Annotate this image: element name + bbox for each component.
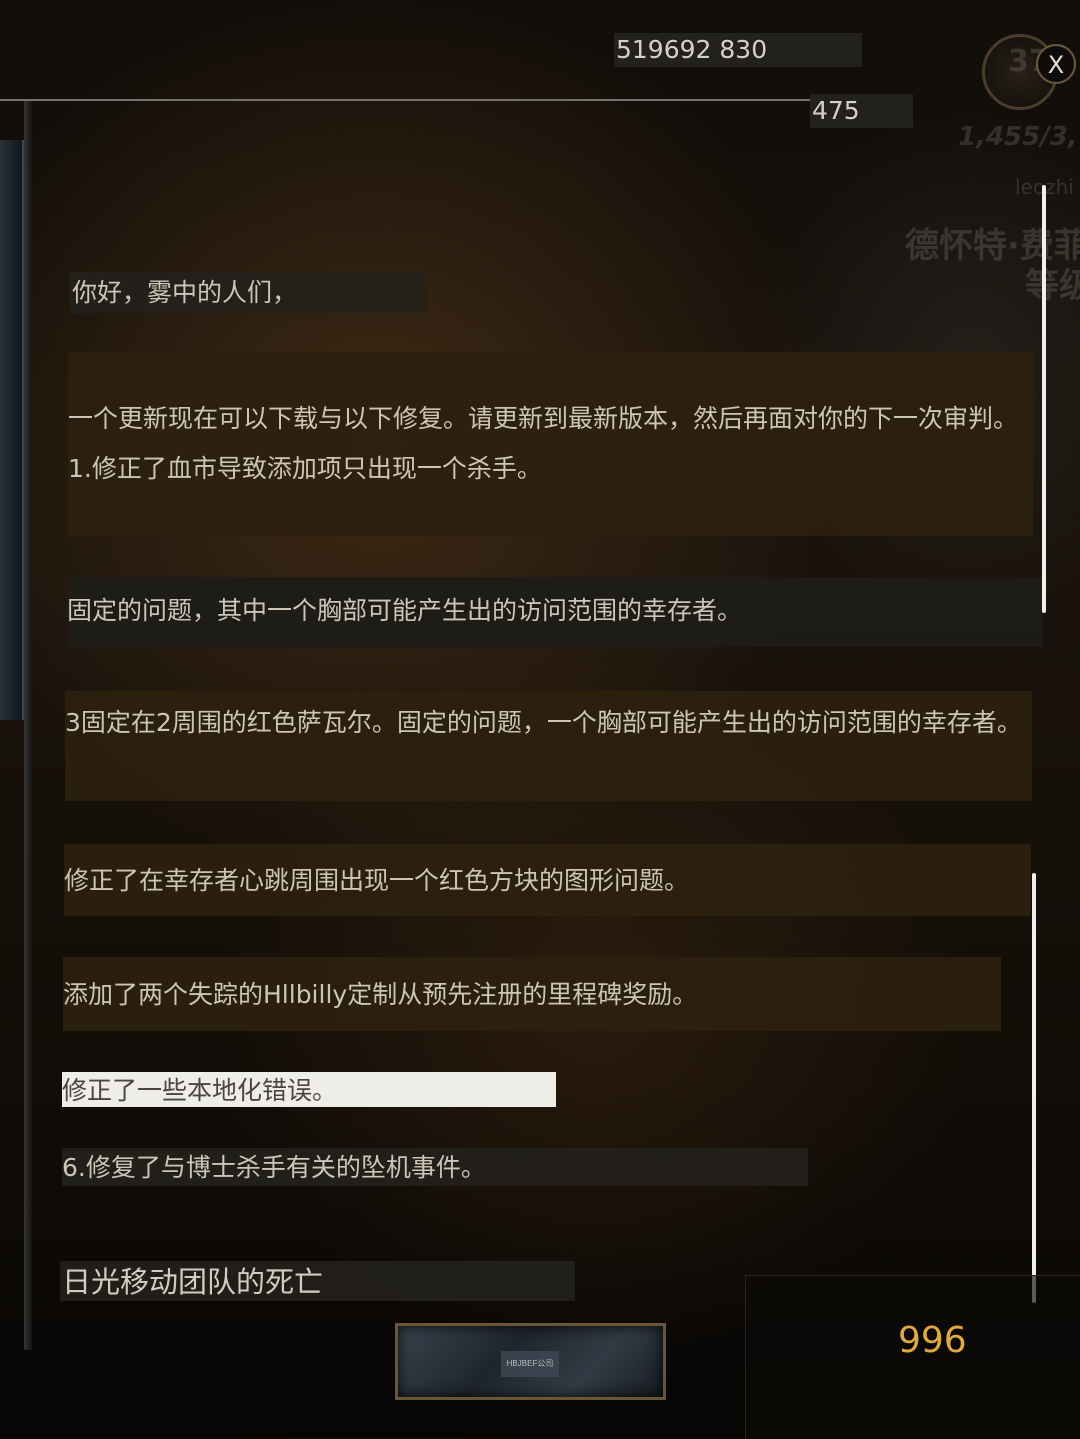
paragraph-7-text: 6.修复了与博士杀手有关的坠机事件。: [62, 1153, 486, 1182]
rank-text: 等级: [1025, 266, 1080, 306]
scrollbar-lower[interactable]: [1032, 873, 1036, 1303]
greeting-text: 你好，雾中的人们，: [72, 278, 298, 307]
currency-value: 519692 830: [616, 35, 768, 64]
paragraph-5: 添加了两个失踪的Hllbilly定制从预先注册的里程碑奖励。: [63, 957, 1001, 1031]
close-button[interactable]: X: [1036, 44, 1076, 84]
paragraph-2: 固定的问题，其中一个胸部可能产生出的访问范围的幸存者。: [67, 577, 1043, 647]
shards-value: 475: [812, 96, 860, 125]
paragraph-3-text: 3固定在2周围的红色萨瓦尔。固定的问题，一个胸部可能产生出的访问范围的幸存者。: [65, 708, 1022, 737]
shards-counter: 475: [810, 94, 913, 128]
paragraph-4-text: 修正了在幸存者心跳周围出现一个红色方块的图形问题。: [64, 866, 690, 895]
paragraph-2-text: 固定的问题，其中一个胸部可能产生出的访问范围的幸存者。: [67, 596, 743, 625]
left-side-panel-edge: [0, 140, 24, 720]
header-divider: [0, 99, 880, 101]
xp-text: 1,455/3,75: [958, 122, 1080, 152]
close-icon: X: [1047, 51, 1065, 79]
paragraph-6-text: 修正了一些本地化错误。: [62, 1076, 338, 1105]
paragraph-3: 3固定在2周围的红色萨瓦尔。固定的问题，一个胸部可能产生出的访问范围的幸存者。: [65, 691, 1032, 801]
hbjbef-button-label: HBJBEF公司: [501, 1351, 559, 1377]
paragraph-1: 一个更新现在可以下载与以下修复。请更新到最新版本，然后再面对你的下一次审判。1.…: [68, 352, 1033, 536]
scrollbar-upper[interactable]: [1042, 185, 1046, 613]
paragraph-4: 修正了在幸存者心跳周围出现一个红色方块的图形问题。: [64, 844, 1031, 916]
signature-text: 日光移动团队的死亡: [62, 1265, 324, 1299]
paragraph-6: 修正了一些本地化错误。: [62, 1072, 556, 1107]
paragraph-7: 6.修复了与博士杀手有关的坠机事件。: [62, 1148, 808, 1186]
signature: 日光移动团队的死亡: [60, 1261, 575, 1301]
paragraph-1-text: 一个更新现在可以下载与以下修复。请更新到最新版本，然后再面对你的下一次审判。1.…: [68, 404, 1019, 483]
hbjbef-button[interactable]: HBJBEF公司: [395, 1323, 666, 1400]
paragraph-5-text: 添加了两个失踪的Hllbilly定制从预先注册的里程碑奖励。: [63, 980, 698, 1009]
panel-left-border: [24, 100, 32, 1350]
greeting: 你好，雾中的人们，: [70, 272, 426, 313]
currency-counter: 519692 830: [614, 33, 862, 67]
counter-value: 996: [898, 1320, 967, 1361]
